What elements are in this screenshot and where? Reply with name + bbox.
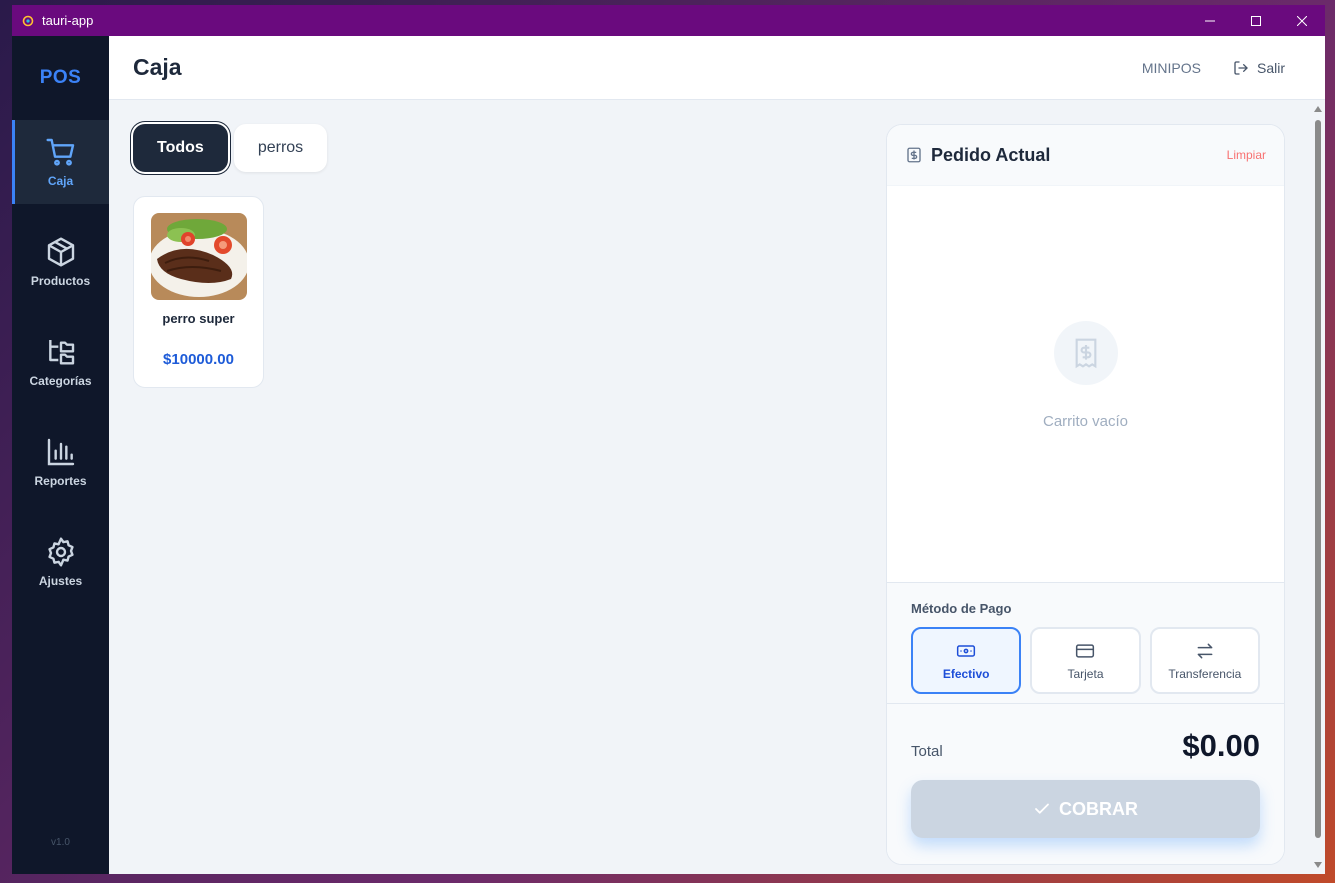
- empty-cart-text: Carrito vacío: [1042, 412, 1129, 430]
- check-icon: [1035, 803, 1049, 814]
- product-name: perro super: [162, 311, 235, 326]
- sidebar: POS Caja Productos Categorías Reportes A…: [12, 36, 109, 874]
- payment-cash-label: Efectivo: [942, 666, 990, 681]
- clear-order-button[interactable]: Limpiar: [1227, 148, 1266, 162]
- sidebar-item-label: Ajustes: [38, 574, 83, 588]
- product-image: [150, 213, 247, 300]
- gear-icon: [47, 537, 74, 567]
- app-version: v1.0: [51, 837, 70, 848]
- charge-label: COBRAR: [1059, 798, 1138, 819]
- app-window: tauri-app POS Caja Productos Categorías …: [12, 5, 1325, 874]
- tauri-logo-icon: [22, 15, 34, 26]
- payment-cash-button[interactable]: Efectivo: [911, 627, 1022, 694]
- minimize-button[interactable]: [1187, 5, 1233, 36]
- bar-chart-icon: [47, 438, 74, 466]
- category-todos[interactable]: Todos: [133, 124, 228, 172]
- payment-section: Método de Pago Efectivo Tarjeta Transfer…: [887, 582, 1284, 703]
- order-panel: Pedido Actual Limpiar Carrito vacío Méto…: [886, 124, 1285, 865]
- sidebar-item-reportes[interactable]: Reportes: [12, 420, 109, 504]
- cart-items: Carrito vacío: [887, 186, 1284, 582]
- logout-button[interactable]: Salir: [1233, 60, 1285, 76]
- logout-icon: [1234, 60, 1248, 75]
- brand-name: MINIPOS: [1141, 59, 1201, 76]
- product-price: $10000.00: [163, 351, 234, 368]
- charge-button[interactable]: COBRAR: [911, 780, 1260, 838]
- sidebar-item-productos[interactable]: Productos: [12, 220, 109, 304]
- logout-label: Salir: [1256, 59, 1285, 76]
- cash-icon: [957, 644, 976, 657]
- receipt-icon: [907, 147, 921, 163]
- main-area: Caja MINIPOS Salir Todos perros perro su…: [109, 36, 1325, 874]
- payment-transfer-button[interactable]: Transferencia: [1149, 627, 1260, 694]
- payment-card-label: Tarjeta: [1067, 666, 1104, 681]
- sidebar-item-label: Reportes: [34, 474, 87, 488]
- sidebar-item-ajustes[interactable]: Ajustes: [12, 520, 109, 604]
- sidebar-item-categorias[interactable]: Categorías: [12, 320, 109, 404]
- cart-icon: [45, 138, 74, 166]
- close-button[interactable]: [1279, 5, 1325, 36]
- card-icon: [1076, 643, 1095, 658]
- main-scrollbar[interactable]: [1313, 102, 1323, 872]
- payment-transfer-label: Transferencia: [1168, 666, 1242, 681]
- total-value: $0.00: [1182, 728, 1260, 763]
- page-title: Caja: [133, 54, 182, 80]
- sidebar-item-label: Caja: [47, 174, 74, 188]
- window-title: tauri-app: [42, 13, 94, 28]
- category-filters: Todos perros: [133, 124, 328, 172]
- sidebar-item-label: Categorías: [29, 374, 92, 388]
- order-header: Pedido Actual Limpiar: [887, 125, 1284, 186]
- scrollbar-thumb[interactable]: [1315, 120, 1321, 838]
- empty-cart-badge: [1053, 320, 1118, 385]
- close-icon: [1297, 15, 1307, 26]
- folder-tree-icon: [48, 340, 74, 365]
- product-card[interactable]: perro super $10000.00: [133, 196, 264, 388]
- empty-cart-icon: [1075, 338, 1096, 368]
- total-row: Total $0.00: [911, 728, 1260, 764]
- maximize-icon: [1251, 15, 1261, 26]
- totals-section: Total $0.00 COBRAR: [887, 703, 1284, 864]
- title-bar: tauri-app: [12, 5, 1325, 36]
- order-title: Pedido Actual: [931, 144, 1051, 165]
- category-perros[interactable]: perros: [233, 124, 328, 172]
- transfer-icon: [1197, 643, 1213, 658]
- minimize-icon: [1205, 20, 1215, 21]
- payment-card-button[interactable]: Tarjeta: [1030, 627, 1141, 694]
- box-icon: [47, 237, 74, 267]
- maximize-button[interactable]: [1233, 5, 1279, 36]
- scroll-down-arrow[interactable]: [1314, 862, 1322, 868]
- scroll-up-arrow[interactable]: [1314, 106, 1322, 112]
- sidebar-item-label: Productos: [30, 274, 91, 288]
- page-header: Caja MINIPOS Salir: [109, 36, 1325, 100]
- payment-options: Efectivo Tarjeta Transferencia: [911, 627, 1260, 694]
- sidebar-item-caja[interactable]: Caja: [12, 120, 109, 204]
- total-label: Total: [911, 742, 943, 760]
- pos-content: Todos perros perro super $10000.00 Pedid…: [109, 100, 1325, 874]
- payment-label: Método de Pago: [911, 601, 1012, 616]
- app-logo: POS: [39, 67, 82, 88]
